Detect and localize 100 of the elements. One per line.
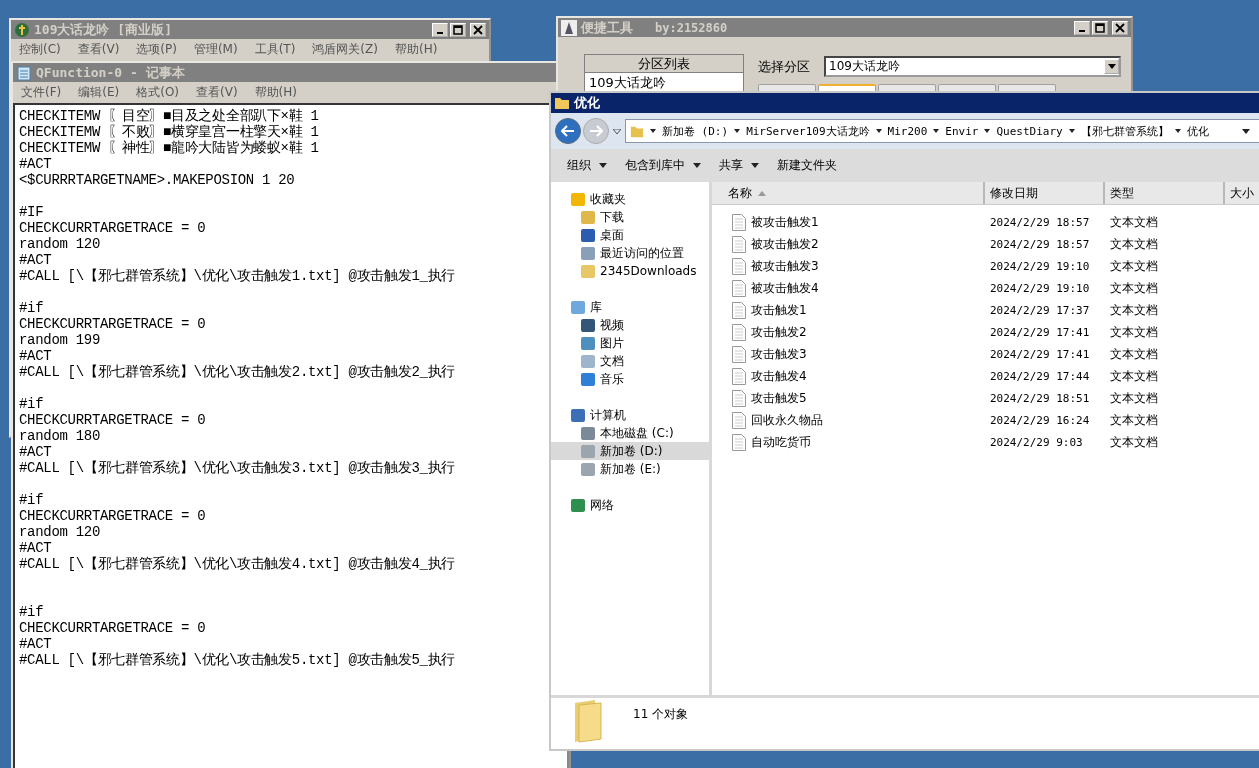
file-name: 自动吃货币	[751, 433, 811, 451]
code-line: <$CURRRTARGETNAME>.MAKEPOSION 1 20	[19, 172, 296, 188]
navigation-item[interactable]: 桌面	[551, 226, 709, 244]
list-header: 分区列表	[585, 55, 743, 73]
menu-item[interactable]: 帮助(H)	[394, 40, 438, 58]
breadcrumb-item[interactable]: 【邪七群管系统】	[1080, 123, 1169, 139]
code-line: #CALL [\【邪七群管系统】\优化\攻击触发5.txt] @攻击触发5_执行	[19, 652, 457, 668]
address-bar[interactable]: 新加卷 (D:) MirServer109大话龙吟 Mir200 Envir QuestDiary 【邪七群管系统】 优化	[625, 119, 1259, 143]
file-row[interactable]: 攻击触发1 2024/2/29 17:37 文本文档	[712, 299, 1259, 321]
code-line: CHECKCURRTARGETRACE = 0	[19, 508, 207, 524]
menu-item[interactable]: 控制(C)	[19, 40, 61, 58]
navigation-item[interactable]: 网络	[551, 496, 709, 514]
file-name: 攻击触发5	[751, 389, 807, 407]
file-type: 文本文档	[1109, 389, 1159, 407]
code-line: #if	[19, 604, 45, 620]
menu-item[interactable]: 管理(M)	[193, 40, 238, 58]
navigation-item[interactable]: 最近访问的位置	[551, 244, 709, 262]
code-line: random 180	[19, 428, 101, 444]
code-line: CHECKCURRTARGETRACE = 0	[19, 316, 207, 332]
caret-icon	[751, 163, 759, 168]
navigation-item[interactable]: 计算机	[551, 406, 709, 424]
menu-item[interactable]: 查看(V)	[77, 40, 120, 58]
breadcrumb-item[interactable]: Mir200	[887, 124, 928, 138]
breadcrumb-item[interactable]: MirServer109大话龙吟	[746, 123, 870, 139]
file-date: 2024/2/29 17:44	[989, 369, 1091, 383]
menu-item[interactable]: 文件(F)	[21, 83, 62, 101]
menu-item[interactable]: 编辑(E)	[78, 83, 120, 101]
text-file-icon	[732, 389, 746, 407]
toolbar-button[interactable]: 新建文件夹	[769, 153, 845, 178]
select-label: 选择分区	[758, 57, 810, 76]
menu-item[interactable]: 工具(T)	[254, 40, 296, 58]
chevron-icon[interactable]	[984, 129, 991, 133]
breadcrumb-item[interactable]: Envir	[945, 124, 979, 138]
caret-icon	[1107, 64, 1116, 69]
breadcrumb-item[interactable]: QuestDiary	[996, 124, 1063, 138]
navigation-item[interactable]: 本地磁盘 (C:)	[551, 424, 709, 442]
file-date: 2024/2/29 9:03	[989, 435, 1084, 449]
back-button[interactable]	[555, 118, 581, 144]
file-type: 文本文档	[1109, 367, 1159, 385]
folder-icon	[573, 699, 603, 743]
file-name: 回收永久物品	[751, 411, 823, 429]
text-file-icon	[732, 367, 746, 385]
menu-item[interactable]: 帮助(H)	[254, 83, 297, 101]
column-header[interactable]: 类型	[1105, 182, 1225, 204]
file-name: 攻击触发2	[751, 323, 807, 341]
file-date: 2024/2/29 17:41	[989, 325, 1091, 339]
code-line: CHECKITEMW 〖不败〗■横穿皇宫一柱擎天×鞋 1	[19, 124, 320, 140]
file-date: 2024/2/29 18:57	[989, 215, 1091, 229]
navigation-item[interactable]: 新加卷 (D:)	[551, 442, 709, 460]
breadcrumb-item[interactable]: 新加卷 (D:)	[662, 123, 729, 139]
navigation-item[interactable]: 音乐	[551, 370, 709, 388]
toolbar-button[interactable]: 共享	[711, 153, 767, 178]
menu-item[interactable]: 选项(P)	[136, 40, 177, 58]
column-header[interactable]: 大小	[1225, 182, 1259, 204]
column-header[interactable]: 名称	[712, 182, 985, 204]
code-line: #if	[19, 396, 45, 412]
text-file-icon	[732, 279, 746, 297]
navigation-item[interactable]: 图片	[551, 334, 709, 352]
navigation-icon	[571, 498, 585, 512]
item-count: 11 个对象	[633, 706, 689, 723]
file-row[interactable]: 被攻击触发1 2024/2/29 18:57 文本文档	[712, 211, 1259, 233]
list-item[interactable]: 109大话龙吟	[585, 73, 743, 93]
file-row[interactable]: 攻击触发5 2024/2/29 18:51 文本文档	[712, 387, 1259, 409]
toolbar-button[interactable]: 组织	[559, 153, 615, 178]
minimize-icon	[1079, 29, 1085, 32]
navigation-item[interactable]: 收藏夹	[551, 190, 709, 208]
file-row[interactable]: 攻击触发2 2024/2/29 17:41 文本文档	[712, 321, 1259, 343]
navigation-item[interactable]: 文档	[551, 352, 709, 370]
window-title: 优化	[574, 94, 600, 112]
file-row[interactable]: 攻击触发3 2024/2/29 17:41 文本文档	[712, 343, 1259, 365]
navigation-item[interactable]: 库	[551, 298, 709, 316]
code-line: CHECKCURRTARGETRACE = 0	[19, 412, 207, 428]
file-row[interactable]: 被攻击触发4 2024/2/29 19:10 文本文档	[712, 277, 1259, 299]
chevron-icon[interactable]	[1174, 129, 1181, 133]
file-date: 2024/2/29 18:51	[989, 391, 1091, 405]
file-row[interactable]: 被攻击触发3 2024/2/29 19:10 文本文档	[712, 255, 1259, 277]
navigation-icon	[581, 336, 595, 350]
navigation-item[interactable]: 新加卷 (E:)	[551, 460, 709, 478]
select-field[interactable]: 109大话龙吟	[824, 56, 1121, 77]
navigation-item[interactable]: 下载	[551, 208, 709, 226]
breadcrumb-item[interactable]: 优化	[1186, 123, 1209, 139]
file-row[interactable]: 回收永久物品 2024/2/29 16:24 文本文档	[712, 409, 1259, 431]
text-file-icon	[732, 301, 746, 319]
navigation-item[interactable]: 2345Downloads	[551, 262, 709, 280]
file-row[interactable]: 自动吃货币 2024/2/29 9:03 文本文档	[712, 431, 1259, 453]
caret-icon[interactable]	[1242, 128, 1250, 134]
navigation-item[interactable]: 视频	[551, 316, 709, 334]
file-row[interactable]: 被攻击触发2 2024/2/29 18:57 文本文档	[712, 233, 1259, 255]
chevron-icon[interactable]	[1068, 129, 1075, 133]
chevron-icon[interactable]	[734, 129, 741, 133]
chevron-icon[interactable]	[875, 129, 882, 133]
toolbar-button[interactable]: 包含到库中	[617, 153, 709, 178]
chevron-icon[interactable]	[933, 129, 940, 133]
chevron-icon[interactable]	[650, 129, 656, 133]
menu-item[interactable]: 格式(O)	[136, 83, 180, 101]
file-name: 被攻击触发3	[751, 257, 819, 275]
file-row[interactable]: 攻击触发4 2024/2/29 17:44 文本文档	[712, 365, 1259, 387]
menu-item[interactable]: 鸿盾网关(Z)	[312, 40, 378, 58]
column-header[interactable]: 修改日期	[985, 182, 1105, 204]
menu-item[interactable]: 查看(V)	[196, 83, 238, 101]
